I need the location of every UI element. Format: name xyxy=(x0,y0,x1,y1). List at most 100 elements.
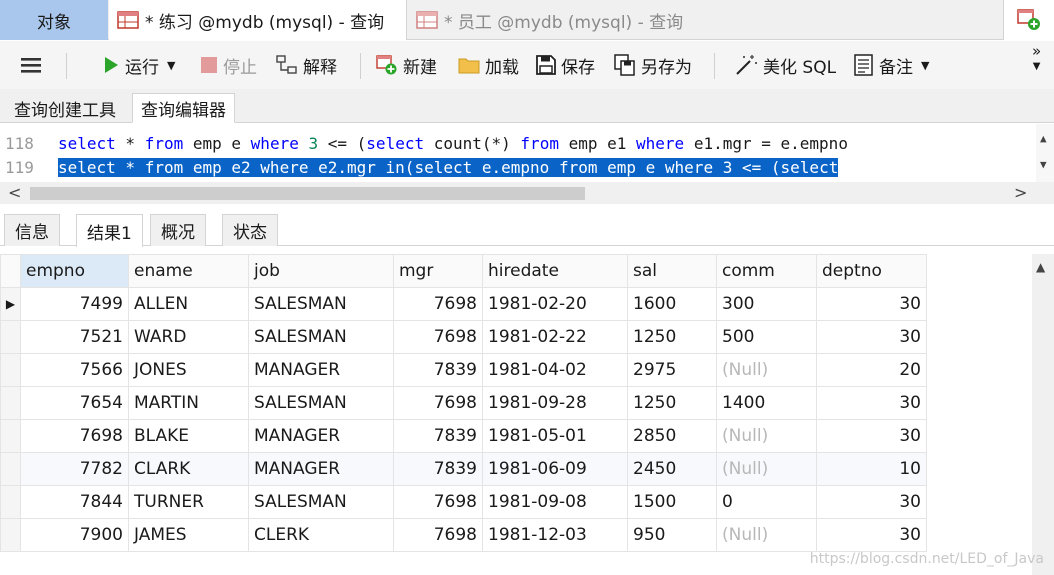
load-button[interactable]: 加载 xyxy=(458,51,519,79)
chevron-down-icon[interactable]: ▼ xyxy=(921,59,929,72)
column-header-ename[interactable]: ename xyxy=(128,254,249,288)
cell-mgr[interactable]: 7698 xyxy=(393,386,483,420)
cell-mgr[interactable]: 7698 xyxy=(393,287,483,321)
cell-job[interactable]: CLERK xyxy=(248,518,394,552)
cell-comm[interactable]: (Null) xyxy=(716,353,817,387)
table-row[interactable]: 7782 CLARK MANAGER 7839 1981-06-09 2450 (Null)… xyxy=(0,452,927,486)
cell-empno[interactable]: 7900 xyxy=(20,518,129,552)
cell-sal[interactable]: 2450 xyxy=(627,452,717,486)
column-header-job[interactable]: job xyxy=(248,254,394,288)
chevron-down-icon[interactable]: ▼ xyxy=(167,59,175,72)
explain-button[interactable]: 解释 xyxy=(276,51,337,79)
cell-mgr[interactable]: 7698 xyxy=(393,485,483,519)
cell-deptno[interactable]: 30 xyxy=(816,320,927,354)
cell-comm[interactable]: (Null) xyxy=(716,419,817,453)
tab-query-practice[interactable]: * 练习 @mydb (mysql) - 查询 xyxy=(109,0,407,40)
chevron-up-icon[interactable]: ▲ xyxy=(1040,132,1047,145)
cell-comm[interactable]: (Null) xyxy=(716,452,817,486)
column-header-empno[interactable]: empno xyxy=(20,254,129,288)
cell-empno[interactable]: 7566 xyxy=(20,353,129,387)
cell-deptno[interactable]: 30 xyxy=(816,485,927,519)
cell-hiredate[interactable]: 1981-09-28 xyxy=(482,386,628,420)
cell-comm[interactable]: 500 xyxy=(716,320,817,354)
row-indicator[interactable] xyxy=(0,419,21,453)
cell-ename[interactable]: ALLEN xyxy=(128,287,249,321)
table-row[interactable]: 7566 JONES MANAGER 7839 1981-04-02 2975 (Null)… xyxy=(0,353,927,387)
cell-comm[interactable]: 0 xyxy=(716,485,817,519)
cell-job[interactable]: SALESMAN xyxy=(248,386,394,420)
tab-status[interactable]: 状态 xyxy=(222,214,278,246)
cell-ename[interactable]: TURNER xyxy=(128,485,249,519)
current-row-indicator[interactable]: ▶ xyxy=(0,287,21,321)
cell-sal[interactable]: 1600 xyxy=(627,287,717,321)
notes-button[interactable]: 备注 ▼ xyxy=(854,51,929,79)
cell-sal[interactable]: 2850 xyxy=(627,419,717,453)
table-row[interactable]: 7900 JAMES CLERK 7698 1981-12-03 950 (Null) 30 xyxy=(0,518,927,552)
sql-editor[interactable]: 118 select * from emp e where 3 <= (sele… xyxy=(0,124,1054,182)
tab-query-editor[interactable]: 查询编辑器 xyxy=(132,93,235,123)
cell-job[interactable]: MANAGER xyxy=(248,419,394,453)
tab-objects[interactable]: 对象 xyxy=(0,0,108,40)
cell-ename[interactable]: MARTIN xyxy=(128,386,249,420)
cell-hiredate[interactable]: 1981-05-01 xyxy=(482,419,628,453)
cell-sal[interactable]: 1500 xyxy=(627,485,717,519)
cell-mgr[interactable]: 7839 xyxy=(393,419,483,453)
cell-empno[interactable]: 7654 xyxy=(20,386,129,420)
cell-job[interactable]: MANAGER xyxy=(248,353,394,387)
save-button[interactable]: 保存 xyxy=(536,51,595,79)
column-header-deptno[interactable]: deptno xyxy=(816,254,927,288)
cell-empno[interactable]: 7698 xyxy=(20,419,129,453)
row-indicator[interactable] xyxy=(0,353,21,387)
row-indicator[interactable] xyxy=(0,518,21,552)
cell-job[interactable]: SALESMAN xyxy=(248,485,394,519)
cell-job[interactable]: SALESMAN xyxy=(248,320,394,354)
chevron-up-icon[interactable]: ▲ xyxy=(1036,260,1045,274)
cell-deptno[interactable]: 30 xyxy=(816,419,927,453)
table-row[interactable]: 7844 TURNER SALESMAN 7698 1981-09-08 1500 0 30 xyxy=(0,485,927,519)
editor-horizontal-scrollbar[interactable]: < > xyxy=(0,182,1054,204)
cell-sal[interactable]: 1250 xyxy=(627,386,717,420)
cell-empno[interactable]: 7844 xyxy=(20,485,129,519)
table-row[interactable]: 7521 WARD SALESMAN 7698 1981-02-22 1250 500 30 xyxy=(0,320,927,354)
cell-ename[interactable]: BLAKE xyxy=(128,419,249,453)
row-indicator[interactable] xyxy=(0,320,21,354)
column-header-comm[interactable]: comm xyxy=(716,254,817,288)
cell-empno[interactable]: 7521 xyxy=(20,320,129,354)
tab-query-employees[interactable]: * 员工 @mydb (mysql) - 查询 xyxy=(408,0,1003,40)
cell-ename[interactable]: JONES xyxy=(128,353,249,387)
editor-vertical-scrollbar[interactable]: ▲ ▼ xyxy=(1036,124,1054,182)
cell-mgr[interactable]: 7839 xyxy=(393,353,483,387)
cell-sal[interactable]: 2975 xyxy=(627,353,717,387)
new-button[interactable]: 新建 xyxy=(376,51,437,79)
cell-hiredate[interactable]: 1981-02-22 xyxy=(482,320,628,354)
scrollbar-thumb[interactable] xyxy=(30,187,585,200)
cell-ename[interactable]: CLARK xyxy=(128,452,249,486)
tab-info[interactable]: 信息 xyxy=(4,214,60,246)
chevron-right-icon[interactable]: > xyxy=(1014,183,1027,202)
cell-deptno[interactable]: 30 xyxy=(816,386,927,420)
cell-mgr[interactable]: 7698 xyxy=(393,320,483,354)
table-row[interactable]: 7698 BLAKE MANAGER 7839 1981-05-01 2850 (Null)… xyxy=(0,419,927,453)
cell-job[interactable]: MANAGER xyxy=(248,452,394,486)
cell-hiredate[interactable]: 1981-06-09 xyxy=(482,452,628,486)
row-indicator[interactable] xyxy=(0,386,21,420)
cell-hiredate[interactable]: 1981-12-03 xyxy=(482,518,628,552)
cell-deptno[interactable]: 30 xyxy=(816,287,927,321)
cell-hiredate[interactable]: 1981-04-02 xyxy=(482,353,628,387)
menu-button[interactable] xyxy=(20,51,42,79)
cell-mgr[interactable]: 7839 xyxy=(393,452,483,486)
cell-empno[interactable]: 7499 xyxy=(20,287,129,321)
tab-query-builder[interactable]: 查询创建工具 xyxy=(6,93,124,123)
tab-overview[interactable]: 概况 xyxy=(150,214,206,246)
tab-result1[interactable]: 结果1 xyxy=(76,214,143,247)
run-button[interactable]: 运行 ▼ xyxy=(102,51,175,79)
cell-sal[interactable]: 950 xyxy=(627,518,717,552)
cell-ename[interactable]: JAMES xyxy=(128,518,249,552)
beautify-sql-button[interactable]: 美化 SQL xyxy=(734,51,836,79)
cell-job[interactable]: SALESMAN xyxy=(248,287,394,321)
row-indicator[interactable] xyxy=(0,485,21,519)
cell-empno[interactable]: 7782 xyxy=(20,452,129,486)
cell-hiredate[interactable]: 1981-02-20 xyxy=(482,287,628,321)
chevron-down-icon[interactable]: ▼ xyxy=(1040,158,1047,171)
editor-line[interactable]: 118 select * from emp e where 3 <= (sele… xyxy=(0,132,1036,154)
